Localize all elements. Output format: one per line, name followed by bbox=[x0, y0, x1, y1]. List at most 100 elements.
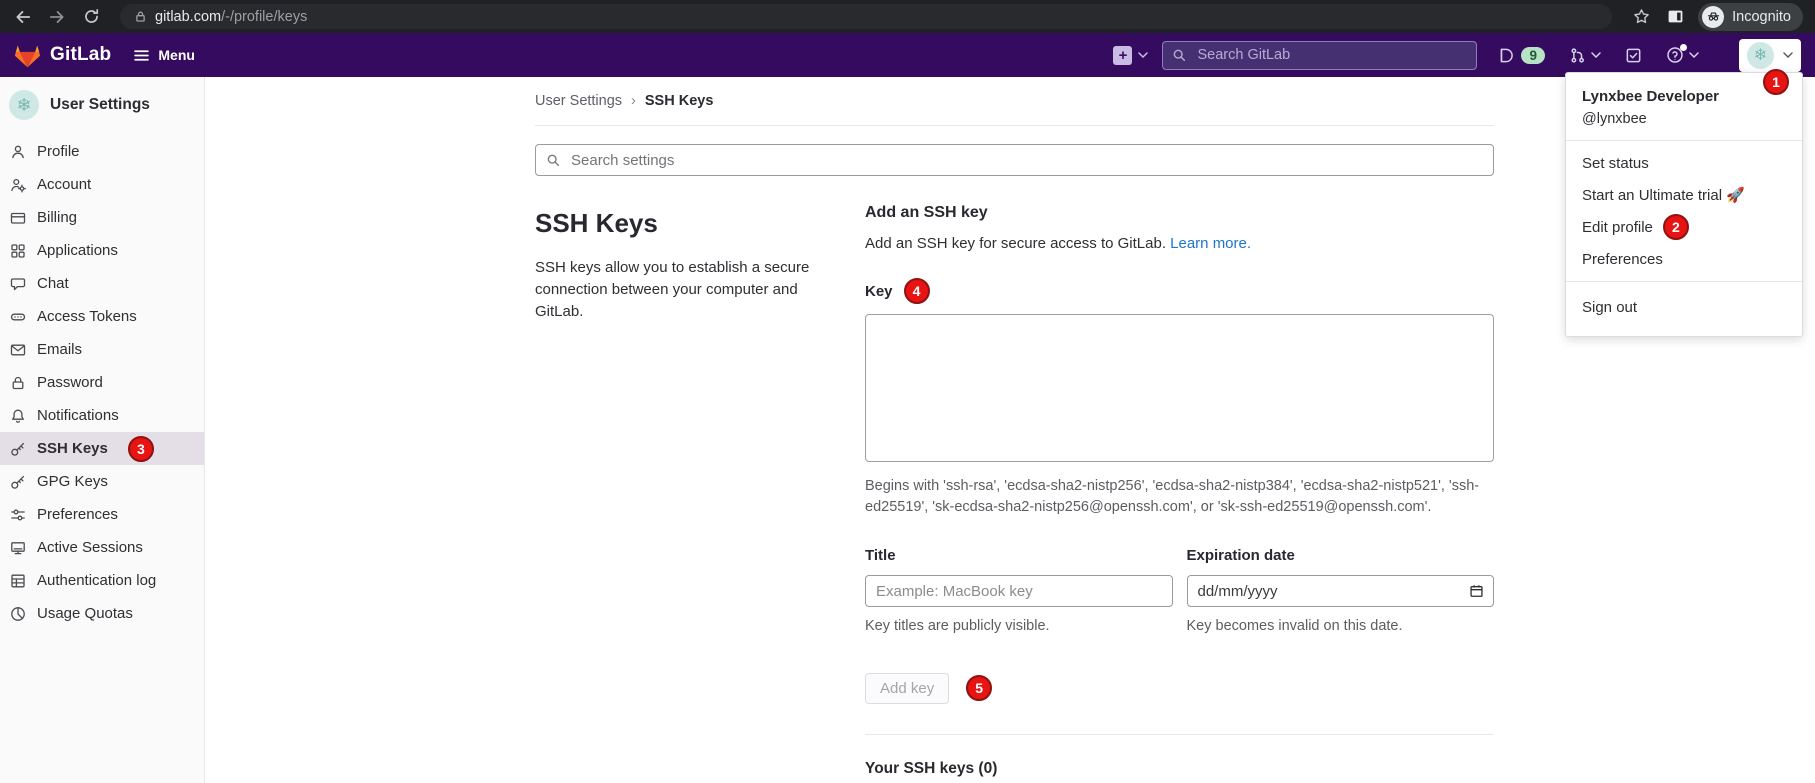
sidebar-item-label: Password bbox=[37, 374, 103, 391]
breadcrumb: User Settings › SSH Keys bbox=[535, 77, 1494, 126]
tanuki-icon bbox=[14, 43, 41, 68]
todos-button[interactable] bbox=[1625, 47, 1642, 64]
global-search-input[interactable] bbox=[1195, 46, 1468, 64]
user-full-name: Lynxbee Developer bbox=[1582, 88, 1719, 105]
merge-requests-button[interactable] bbox=[1569, 47, 1601, 64]
sidebar-item-applications[interactable]: Applications bbox=[0, 234, 204, 267]
search-settings-input[interactable] bbox=[569, 150, 1483, 170]
annotation-badge-1: 1 bbox=[1763, 69, 1789, 95]
annotation-badge-2: 2 bbox=[1662, 214, 1689, 240]
search-icon bbox=[547, 154, 560, 166]
user-dropdown-menu: 1 Lynxbee Developer @lynxbee Set status S… bbox=[1565, 69, 1803, 337]
sidebar-item-chat[interactable]: Chat bbox=[0, 267, 204, 300]
sidebar-item-label: Active Sessions bbox=[37, 539, 143, 556]
user-settings-avatar: ❄ bbox=[9, 90, 39, 120]
sidebar-title: User Settings bbox=[50, 96, 150, 113]
navbar-icons: 9 ❄ bbox=[1497, 38, 1801, 72]
sidebar-item-profile[interactable]: Profile bbox=[0, 135, 204, 168]
gitlab-navbar: GitLab Menu + 9 bbox=[0, 33, 1815, 77]
sidebar-item-notifications[interactable]: Notifications bbox=[0, 399, 204, 432]
screen: gitlab.com/-/profile/keys Incognito GitL… bbox=[0, 0, 1815, 783]
notifications-icon bbox=[10, 408, 26, 424]
sidebar-item-emails[interactable]: Emails bbox=[0, 333, 204, 366]
user-menu-footer-list: Sign out bbox=[1566, 288, 1802, 326]
sidebar-item-preferences[interactable]: Preferences bbox=[0, 498, 204, 531]
menu-item-label: Preferences bbox=[1582, 250, 1663, 268]
chevron-down-icon bbox=[1689, 52, 1699, 58]
form-section-title: Add an SSH key bbox=[865, 204, 988, 221]
sidebar-item-active-sessions[interactable]: Active Sessions bbox=[0, 531, 204, 564]
sidebar-item-label: Chat bbox=[37, 275, 69, 292]
plus-icon: + bbox=[1113, 45, 1133, 65]
menu-item-edit-profile[interactable]: Edit profile 2 bbox=[1566, 211, 1802, 243]
breadcrumb-user-settings[interactable]: User Settings bbox=[535, 93, 622, 109]
browser-back-icon[interactable] bbox=[12, 6, 34, 28]
sidebar-item-label: Preferences bbox=[37, 506, 118, 523]
annotation-badge-4: 4 bbox=[903, 278, 930, 304]
chevron-down-icon bbox=[1591, 52, 1601, 58]
browser-forward-icon[interactable] bbox=[46, 6, 68, 28]
help-button[interactable] bbox=[1666, 44, 1699, 64]
sidebar-list: Profile Account Billing Applications Chat Acc… bbox=[0, 135, 204, 630]
form-section-description: Add an SSH key for secure access to GitL… bbox=[865, 235, 1494, 252]
account-icon bbox=[10, 177, 26, 193]
browser-reload-icon[interactable] bbox=[80, 6, 102, 28]
sidebar-item-label: Billing bbox=[37, 209, 78, 226]
sidebar-item-gpg-keys[interactable]: GPG Keys bbox=[0, 465, 204, 498]
ssh-keys-icon bbox=[10, 441, 26, 457]
sidebar-item-authentication-log[interactable]: Authentication log bbox=[0, 564, 204, 597]
sidebar-item-usage-quotas[interactable]: Usage Quotas bbox=[0, 597, 204, 630]
sidebar-item-billing[interactable]: Billing bbox=[0, 201, 204, 234]
menu-item-label: Edit profile bbox=[1582, 218, 1653, 236]
issues-button[interactable]: 9 bbox=[1497, 46, 1545, 64]
sidebar-item-label: GPG Keys bbox=[37, 473, 108, 490]
user-avatar-button[interactable]: ❄ bbox=[1739, 38, 1801, 72]
gpg-keys-icon bbox=[10, 474, 26, 490]
page-description: SSH keys allow you to establish a secure… bbox=[535, 259, 810, 320]
gitlab-logo-link[interactable]: GitLab bbox=[14, 43, 111, 68]
lock-icon bbox=[133, 10, 147, 24]
menu-item-set-status[interactable]: Set status bbox=[1566, 147, 1802, 179]
new-item-button[interactable]: + bbox=[1113, 45, 1149, 65]
learn-more-link[interactable]: Learn more. bbox=[1170, 235, 1251, 252]
menu-item-label: Sign out bbox=[1582, 298, 1638, 316]
active-sessions-icon bbox=[10, 540, 26, 556]
usage-quotas-icon bbox=[10, 606, 26, 622]
applications-icon bbox=[10, 243, 26, 259]
page-title: SSH Keys bbox=[535, 208, 658, 238]
help-notification-dot bbox=[1680, 44, 1687, 51]
sidebar-item-label: SSH Keys bbox=[37, 440, 108, 457]
expiration-date-input[interactable] bbox=[1186, 575, 1494, 608]
access-tokens-icon bbox=[10, 309, 26, 325]
issues-icon bbox=[1501, 48, 1514, 62]
sidebar-item-ssh-keys[interactable]: SSH Keys 3 bbox=[0, 432, 204, 465]
menu-item-label: Start an Ultimate trial 🚀 bbox=[1582, 187, 1745, 204]
title-help-text: Key titles are publicly visible. bbox=[865, 618, 1050, 635]
menu-item-preferences[interactable]: Preferences bbox=[1566, 243, 1802, 275]
breadcrumb-separator: › bbox=[631, 93, 636, 109]
key-title-input[interactable] bbox=[865, 575, 1173, 608]
issues-count-badge: 9 bbox=[1521, 46, 1545, 64]
sidebar-item-access-tokens[interactable]: Access Tokens bbox=[0, 300, 204, 333]
menu-item-sign-out[interactable]: Sign out bbox=[1566, 288, 1802, 326]
address-bar[interactable]: gitlab.com/-/profile/keys bbox=[120, 4, 1613, 29]
bookmark-star-icon[interactable] bbox=[1630, 6, 1652, 28]
ssh-key-textarea[interactable] bbox=[865, 314, 1494, 462]
todo-check-icon bbox=[1626, 48, 1641, 62]
sidebar-item-label: Applications bbox=[37, 242, 118, 259]
url-path: /-/profile/keys bbox=[221, 8, 308, 25]
user-avatar: ❄ bbox=[1747, 41, 1774, 69]
settings-sidebar: ❄ User Settings Profile Account Billing App… bbox=[0, 77, 205, 783]
sidebar-item-account[interactable]: Account bbox=[0, 168, 204, 201]
browser-toolbar: gitlab.com/-/profile/keys Incognito bbox=[0, 0, 1815, 33]
menu-item-start-an-ultimate-trial[interactable]: Start an Ultimate trial 🚀 bbox=[1566, 179, 1802, 211]
calendar-icon[interactable] bbox=[1469, 584, 1484, 599]
add-ssh-key-form: Add an SSH key Add an SSH key for secure… bbox=[865, 204, 1494, 783]
side-panel-icon[interactable] bbox=[1664, 6, 1686, 28]
password-icon bbox=[10, 375, 26, 391]
form-section-description-text: Add an SSH key for secure access to GitL… bbox=[865, 235, 1166, 252]
sidebar-item-label: Emails bbox=[37, 341, 83, 358]
menu-button[interactable]: Menu bbox=[133, 47, 195, 64]
add-key-button[interactable]: Add key bbox=[865, 672, 950, 704]
sidebar-item-password[interactable]: Password bbox=[0, 366, 204, 399]
